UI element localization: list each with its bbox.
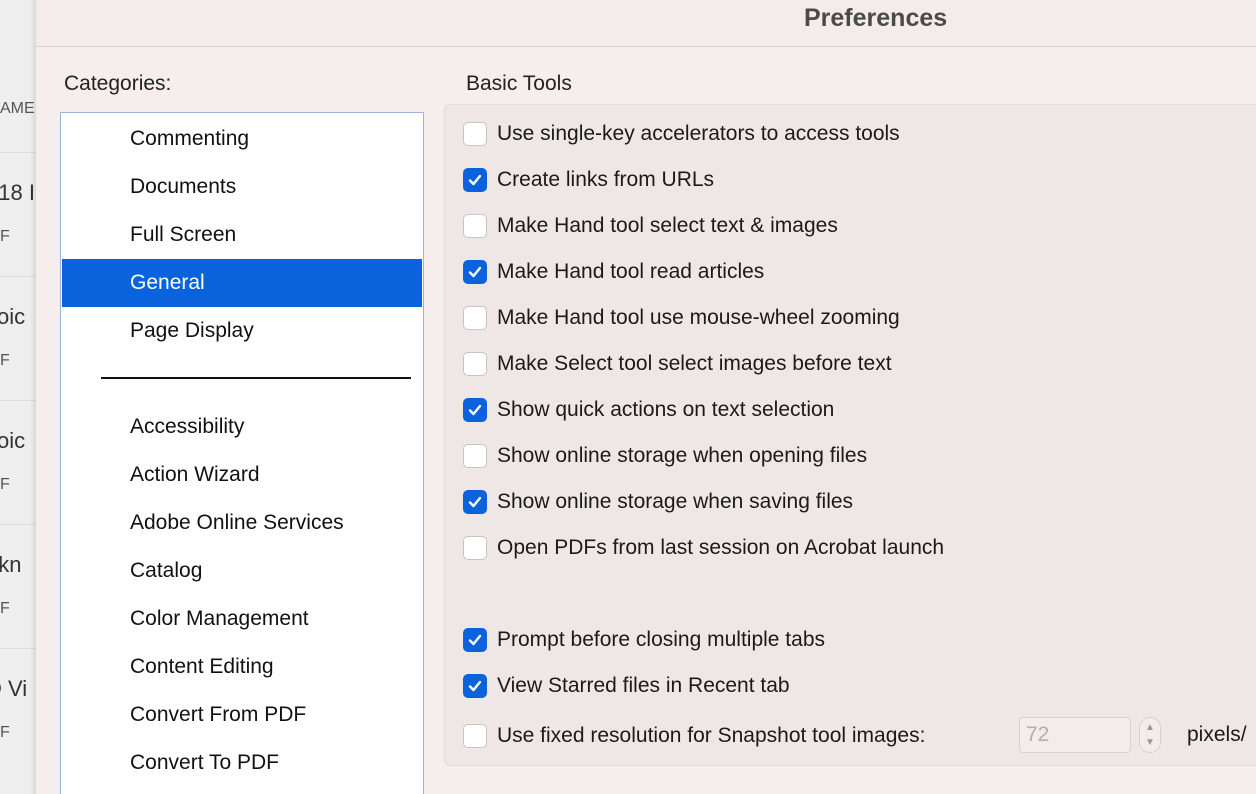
checkbox[interactable] [463, 444, 487, 468]
checkmark-icon [468, 174, 482, 186]
category-convert-from-pdf[interactable]: Convert From PDF [62, 691, 422, 739]
checkbox[interactable] [463, 398, 487, 422]
checkmark-icon [468, 266, 482, 278]
checkbox[interactable] [463, 536, 487, 560]
checkmark-icon [468, 404, 482, 416]
category-documents[interactable]: Documents [62, 163, 422, 211]
category-commenting[interactable]: Commenting [62, 115, 422, 163]
category-page-display[interactable]: Page Display [62, 307, 422, 355]
checkbox[interactable] [463, 122, 487, 146]
category-color-management[interactable]: Color Management [62, 595, 422, 643]
checkbox[interactable] [463, 306, 487, 330]
dialog-title: Preferences [804, 4, 948, 32]
basic-tools-panel: Use single-key accelerators to access to… [444, 104, 1256, 766]
checkbox[interactable] [463, 490, 487, 514]
checkbox[interactable] [463, 260, 487, 284]
option-select-images-before-text[interactable]: Make Select tool select images before te… [463, 350, 892, 378]
bg-row-title: nkn [0, 552, 22, 577]
checkbox[interactable] [463, 724, 487, 748]
checkbox[interactable] [463, 674, 487, 698]
option-label: Open PDFs from last session on Acrobat l… [497, 536, 945, 559]
option-label: Make Hand tool use mouse-wheel zooming [497, 306, 900, 329]
option-hand-read-articles[interactable]: Make Hand tool read articles [463, 258, 764, 286]
option-single-key-accelerators[interactable]: Use single-key accelerators to access to… [463, 120, 900, 148]
option-open-last-session[interactable]: Open PDFs from last session on Acrobat l… [463, 534, 944, 562]
category-action-wizard[interactable]: Action Wizard [62, 451, 422, 499]
bg-row-title: D Vi [0, 676, 28, 701]
category-full-screen[interactable]: Full Screen [62, 211, 422, 259]
category-accessibility[interactable]: Accessibility [62, 403, 422, 451]
category-general[interactable]: General [62, 259, 422, 307]
option-label: View Starred files in Recent tab [497, 674, 790, 697]
bg-row-title: voic [0, 428, 26, 453]
option-label: Show online storage when saving files [497, 490, 854, 513]
option-label: Prompt before closing multiple tabs [497, 628, 825, 651]
option-label: Make Hand tool select text & images [497, 214, 838, 237]
bg-row-sub: F [0, 600, 10, 617]
stepper-up-icon[interactable]: ▲ [1145, 722, 1155, 733]
option-view-starred-files[interactable]: View Starred files in Recent tab [463, 672, 790, 700]
option-prompt-closing-tabs[interactable]: Prompt before closing multiple tabs [463, 626, 825, 654]
option-hand-select-text-images[interactable]: Make Hand tool select text & images [463, 212, 838, 240]
category-convert-to-pdf[interactable]: Convert To PDF [62, 739, 422, 787]
bg-row-sub: F [0, 228, 10, 245]
option-label: Make Select tool select images before te… [497, 352, 892, 375]
bg-row-sub: F [0, 352, 10, 369]
checkbox[interactable] [463, 628, 487, 652]
checkmark-icon [468, 634, 482, 646]
title-bar[interactable]: Preferences [36, 0, 1256, 47]
option-online-storage-opening[interactable]: Show online storage when opening files [463, 442, 867, 470]
option-online-storage-saving[interactable]: Show online storage when saving files [463, 488, 853, 516]
option-label: Create links from URLs [497, 168, 715, 191]
stepper-down-icon[interactable]: ▼ [1145, 737, 1155, 748]
option-label: Show quick actions on text selection [497, 398, 835, 421]
bg-row-sub: F [0, 476, 10, 493]
option-label: Use fixed resolution for Snapshot tool i… [497, 724, 926, 747]
category-divider [101, 377, 411, 379]
option-create-links-from-urls[interactable]: Create links from URLs [463, 166, 714, 194]
bg-row-sub: F [0, 724, 10, 741]
option-hand-mouse-wheel-zoom[interactable]: Make Hand tool use mouse-wheel zooming [463, 304, 900, 332]
section-label-basic-tools: Basic Tools [466, 72, 572, 95]
resolution-stepper[interactable]: ▲ ▼ [1139, 717, 1161, 753]
option-quick-actions[interactable]: Show quick actions on text selection [463, 396, 834, 424]
option-label: Show online storage when opening files [497, 444, 868, 467]
categories-label: Categories: [64, 72, 172, 95]
snapshot-resolution-input[interactable]: 72 [1019, 717, 1131, 753]
bg-row-title: voic [0, 304, 26, 329]
checkmark-icon [468, 680, 482, 692]
checkmark-icon [468, 496, 482, 508]
option-label: Use single-key accelerators to access to… [497, 122, 900, 145]
checkbox[interactable] [463, 214, 487, 238]
checkbox[interactable] [463, 352, 487, 376]
category-catalog[interactable]: Catalog [62, 547, 422, 595]
resolution-unit-label: pixels/ [1187, 723, 1247, 746]
category-content-editing[interactable]: Content Editing [62, 643, 422, 691]
option-label: Make Hand tool read articles [497, 260, 765, 283]
option-fixed-snapshot-resolution[interactable]: Use fixed resolution for Snapshot tool i… [463, 722, 925, 750]
category-adobe-online-services[interactable]: Adobe Online Services [62, 499, 422, 547]
checkbox[interactable] [463, 168, 487, 192]
preferences-dialog: Preferences Categories: Commenting Docum… [36, 0, 1256, 794]
category-list[interactable]: Commenting Documents Full Screen General… [60, 112, 424, 794]
